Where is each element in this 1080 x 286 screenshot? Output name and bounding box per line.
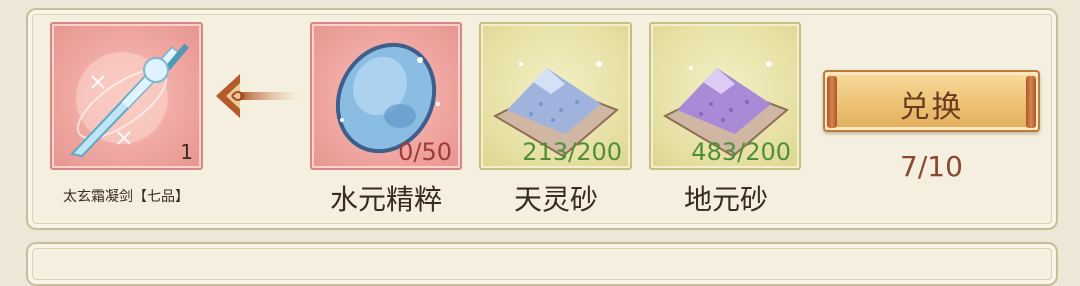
material-count: 483/200 <box>691 138 791 166</box>
reward-quantity: 1 <box>180 140 193 164</box>
material-tile-earth-sand[interactable]: 483/200 <box>649 22 801 170</box>
material-tile-water-essence[interactable]: 0/50 <box>310 22 462 170</box>
next-exchange-row-panel <box>26 242 1058 286</box>
reward-item-name: 太玄霜凝剑【七品】 <box>63 189 189 205</box>
material-count: 0/50 <box>398 138 452 166</box>
exchange-remaining: 7/10 <box>900 150 963 183</box>
material-name: 天灵砂 <box>513 183 598 216</box>
exchange-button-label: 兑换 <box>899 90 964 125</box>
arrow-left-icon <box>216 74 302 118</box>
exchange-button[interactable]: 兑换 <box>823 70 1040 132</box>
reward-item-tile[interactable]: 1 <box>50 22 203 170</box>
material-name: 水元精粹 <box>329 183 442 216</box>
material-count: 213/200 <box>522 138 622 166</box>
material-tile-sky-sand[interactable]: 213/200 <box>479 22 632 170</box>
ice-sword-icon <box>70 43 189 158</box>
material-name: 地元砂 <box>683 183 768 216</box>
